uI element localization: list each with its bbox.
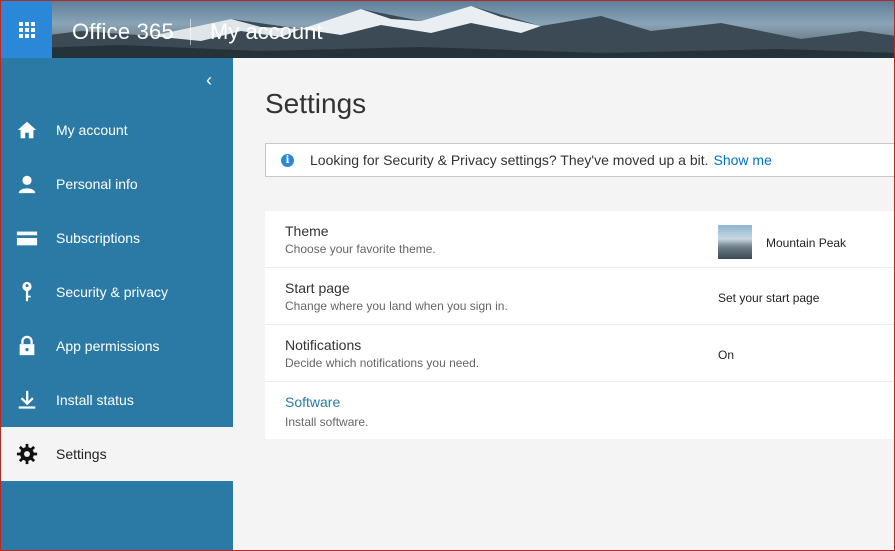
- setting-value: Mountain Peak: [766, 236, 847, 250]
- sidebar-nav: My account Personal info Subscriptions S…: [1, 103, 233, 481]
- setting-title: Notifications: [285, 337, 362, 353]
- show-me-link[interactable]: Show me: [714, 152, 772, 168]
- sidebar-item-label: App permissions: [56, 338, 160, 354]
- sidebar-item-security-privacy[interactable]: Security & privacy: [1, 265, 233, 319]
- download-icon: [15, 388, 39, 412]
- gear-icon: [15, 442, 39, 466]
- setting-value: Set your start page: [718, 291, 820, 305]
- sidebar-item-my-account[interactable]: My account: [1, 103, 233, 157]
- sidebar-item-settings[interactable]: Settings: [1, 427, 233, 481]
- main-content: Settings i Looking for Security & Privac…: [233, 58, 894, 550]
- theme-thumbnail: [718, 225, 752, 259]
- page-title: Settings: [265, 88, 367, 119]
- setting-title: Theme: [285, 223, 329, 239]
- chevron-left-icon[interactable]: ‹: [199, 70, 219, 90]
- sidebar-item-label: Install status: [56, 392, 134, 408]
- person-icon: [15, 172, 39, 196]
- setting-row-theme[interactable]: Theme Choose your favorite theme. Mounta…: [265, 211, 894, 268]
- setting-row-notifications[interactable]: Notifications Decide which notifications…: [265, 325, 894, 382]
- sidebar-item-label: Security & privacy: [56, 284, 169, 300]
- info-banner: i Looking for Security & Privacy setting…: [265, 143, 894, 177]
- waffle-icon: [18, 21, 35, 38]
- header-divider: [190, 19, 191, 45]
- home-icon: [15, 118, 39, 142]
- sidebar-item-label: Settings: [56, 446, 107, 462]
- card-icon: [15, 226, 39, 250]
- sidebar-item-app-permissions[interactable]: App permissions: [1, 319, 233, 373]
- top-header: Office 365 My account: [1, 1, 894, 58]
- sidebar-item-label: My account: [56, 122, 128, 138]
- setting-value: On: [718, 348, 735, 362]
- sidebar-item-personal-info[interactable]: Personal info: [1, 157, 233, 211]
- key-icon: [15, 280, 39, 304]
- sidebar-item-label: Subscriptions: [56, 230, 141, 246]
- info-icon: i: [281, 153, 294, 167]
- setting-description: Choose your favorite theme.: [285, 242, 436, 256]
- app-name: My account: [210, 19, 323, 44]
- setting-description: Decide which notifications you need.: [285, 356, 480, 370]
- settings-list: Theme Choose your favorite theme. Mounta…: [265, 211, 894, 439]
- sidebar: ‹ My account Personal info Subscriptions: [1, 58, 233, 550]
- sidebar-item-label: Personal info: [56, 176, 138, 192]
- info-banner-text: Looking for Security & Privacy settings?…: [310, 152, 709, 168]
- app-launcher-button[interactable]: [1, 1, 52, 58]
- setting-description: Change where you land when you sign in.: [285, 299, 508, 313]
- setting-row-software[interactable]: Software Install software.: [265, 382, 894, 439]
- setting-title-link[interactable]: Software: [285, 394, 340, 410]
- app-window: Office 365 My account ‹ My account Perso…: [0, 0, 895, 551]
- brand-title[interactable]: Office 365: [72, 19, 174, 45]
- sidebar-item-install-status[interactable]: Install status: [1, 373, 233, 427]
- setting-row-start-page[interactable]: Start page Change where you land when yo…: [265, 268, 894, 325]
- sidebar-item-subscriptions[interactable]: Subscriptions: [1, 211, 233, 265]
- setting-title: Start page: [285, 280, 350, 296]
- lock-icon: [15, 334, 39, 358]
- setting-description: Install software.: [285, 415, 369, 429]
